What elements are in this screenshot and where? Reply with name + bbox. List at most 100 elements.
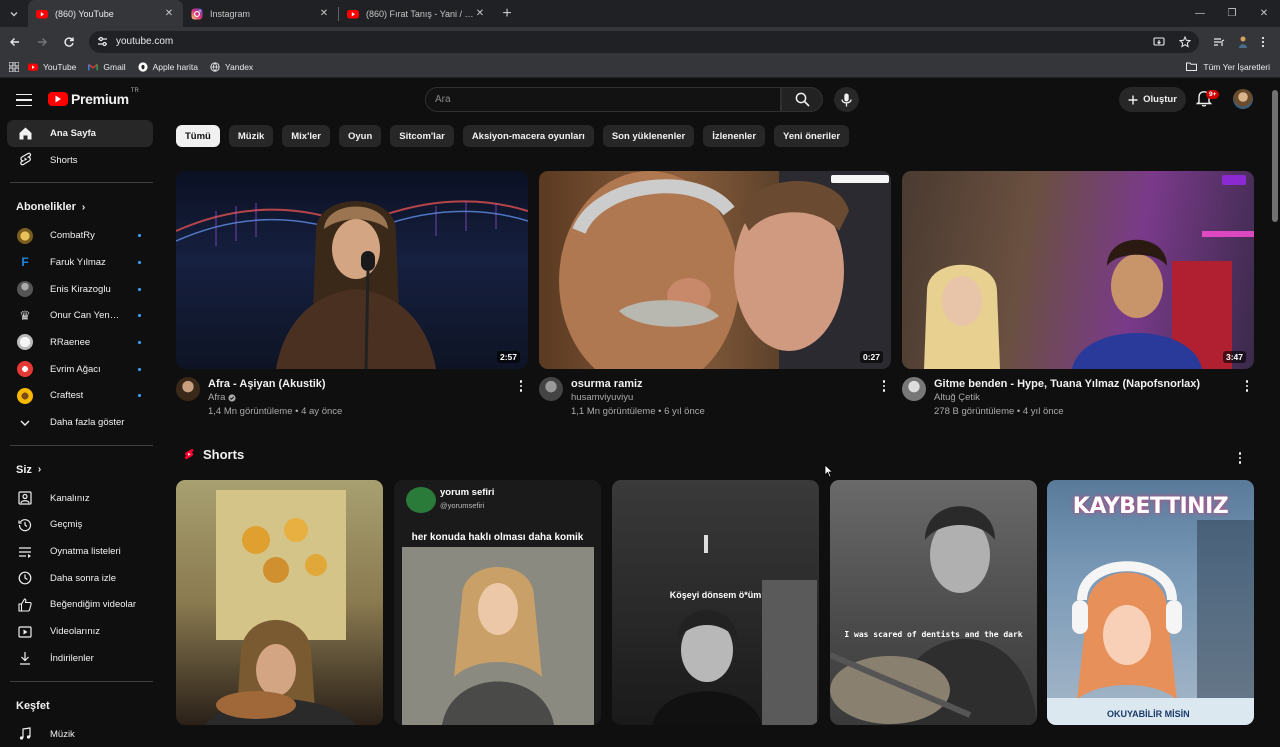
back-icon[interactable] [3,30,27,54]
video-thumbnail[interactable]: 3:47 [902,171,1254,369]
video-card[interactable]: 3:47 Gitme benden - Hype, Tuana Yılmaz (… [902,171,1254,417]
minimize-icon[interactable]: — [1184,0,1216,27]
video-stats: 1,4 Mn görüntüleme • 4 ay önce [208,406,343,417]
address-bar[interactable]: youtube.com [89,30,1199,53]
video-thumbnail[interactable]: 0:27 [539,171,891,369]
channel-name[interactable]: Afra [208,392,225,403]
bookmark-apple-maps[interactable]: Apple harita [138,62,198,72]
media-controls-icon[interactable] [1213,36,1225,48]
sidebar-item-label: Shorts [50,154,78,166]
channel-avatar[interactable] [176,377,200,401]
account-avatar[interactable] [1233,89,1253,109]
bookmark-gmail[interactable]: Gmail [88,62,126,72]
channel-avatar[interactable] [539,377,563,401]
sidebar-item-channel[interactable]: ♛ Onur Can Yenilm... [7,302,153,329]
sidebar-item-liked-videos[interactable]: Beğendiğim videolar [7,592,153,619]
chip-recently-uploaded[interactable]: Son yüklenenler [602,125,695,147]
browser-tab-instagram[interactable]: Instagram ✕ [183,0,338,27]
you-header[interactable]: Siz › [0,455,155,485]
search-button[interactable] [781,87,823,112]
profile-avatar-icon[interactable] [1237,35,1249,49]
new-content-dot [138,260,141,264]
sidebar-item-watch-later[interactable]: Daha sonra izle [7,565,153,592]
new-content-dot [138,340,141,344]
bookmark-star-icon[interactable] [1179,35,1191,48]
bookmark-youtube[interactable]: YouTube [28,62,76,72]
channel-name[interactable]: husamviyuviyu [571,392,633,403]
more-options-icon[interactable] [514,380,528,417]
video-card[interactable]: 0:27 osurma ramiz husamviyuviyu 1,1 Mn g… [539,171,891,417]
all-bookmarks-button[interactable]: Tüm Yer İşaretleri [1186,62,1270,72]
site-info-icon[interactable] [97,36,108,47]
sidebar-item-channel[interactable]: F Faruk Yılmaz [7,249,153,276]
verified-icon [228,393,237,402]
sidebar-item-channel[interactable]: Craftest [7,383,153,410]
tab-search-button[interactable] [0,0,28,27]
sidebar-item-shorts[interactable]: Shorts [7,147,153,174]
video-card[interactable]: 2:57 Afra - Aşiyan (Akustik) Afra 1,4 Mn… [176,171,528,417]
channel-avatar[interactable] [902,377,926,401]
chip-new-to-you[interactable]: Yeni öneriler [774,125,850,147]
voice-search-button[interactable] [834,87,859,112]
close-window-icon[interactable]: ✕ [1248,0,1280,27]
chip-action-adventure[interactable]: Aksiyon-macera oyunları [462,125,594,147]
sidebar-item-downloads[interactable]: İndirilenler [7,645,153,672]
search-input[interactable]: Ara [425,87,781,112]
sidebar-item-your-channel[interactable]: Kanalınız [7,485,153,512]
tab-close-icon[interactable]: ✕ [163,8,175,19]
sidebar-item-label: Daha sonra izle [50,572,117,584]
channel-avatar [17,361,33,378]
tab-close-icon[interactable]: ✕ [474,8,486,19]
sidebar-item-channel[interactable]: Evrim Ağacı [7,356,153,383]
chip-sitcoms[interactable]: Sitcom'lar [390,125,454,147]
chip-watched[interactable]: İzlenenler [703,125,766,147]
menu-icon[interactable] [14,90,34,110]
apps-grid-icon[interactable] [0,61,28,72]
short-card[interactable]: Köşeyi dönsem ö*üm [612,480,819,725]
sidebar-item-history[interactable]: Geçmiş [7,512,153,539]
install-app-icon[interactable] [1153,36,1165,48]
forward-icon[interactable] [30,30,54,54]
sidebar-item-channel[interactable]: RRaenee [7,329,153,356]
video-title[interactable]: osurma ramiz [571,377,877,391]
video-thumbnail[interactable]: 2:57 [176,171,528,369]
more-options-icon[interactable] [877,380,891,417]
short-card[interactable]: yorum sefiri @yorumsefiri her konuda hak… [394,480,601,725]
new-content-dot [138,314,141,318]
show-more-button[interactable]: Daha fazla göster [7,409,153,436]
browser-menu-icon[interactable] [1261,36,1265,48]
sidebar-item-playlists[interactable]: Oynatma listeleri [7,538,153,565]
browser-tab-firat-tanis[interactable]: (860) Fırat Tanış - Yani / Lyric (C ✕ [339,0,494,27]
scrollbar-thumb[interactable] [1272,90,1278,222]
video-title[interactable]: Afra - Aşiyan (Akustik) [208,377,514,391]
tab-close-icon[interactable]: ✕ [318,8,330,19]
chip-mixes[interactable]: Mix'ler [282,125,330,147]
reload-icon[interactable] [57,30,81,54]
youtube-premium-logo[interactable]: Premium TR [48,88,139,107]
bookmark-yandex[interactable]: Yandex [210,62,253,72]
browser-tab-bar: (860) YouTube ✕ Instagram ✕ (860) Fırat … [0,0,1280,27]
short-card[interactable] [176,480,383,725]
sidebar-item-music[interactable]: Müzik [7,721,153,747]
chip-all[interactable]: Tümü [176,125,220,147]
sidebar-item-channel[interactable]: Enis Kirazoglu [7,276,153,303]
sidebar-item-home[interactable]: Ana Sayfa [7,120,153,147]
chip-music[interactable]: Müzik [228,125,274,147]
sidebar-item-channel[interactable]: CombatRy [7,222,153,249]
subscriptions-header[interactable]: Abonelikler › [0,192,155,222]
youtube-page: Premium TR Ara Oluştur 9+ Ana Sayfa Shor… [0,79,1280,740]
shorts-icon [17,152,33,168]
sidebar-item-your-videos[interactable]: Videolarınız [7,618,153,645]
shorts-more-options-icon[interactable] [1233,452,1247,464]
browser-tab-youtube[interactable]: (860) YouTube ✕ [28,0,183,27]
short-card[interactable]: KAYBETTINIZ OKUYABİLİR MİSİN [1047,480,1254,725]
short-card[interactable]: I was scared of dentists and the dark [830,480,1037,725]
restore-icon[interactable]: ❐ [1216,0,1248,27]
more-options-icon[interactable] [1240,380,1254,417]
filter-chips: Tümü Müzik Mix'ler Oyun Sitcom'lar Aksiy… [176,125,850,147]
channel-name[interactable]: Altuğ Çetik [934,392,980,403]
chip-gaming[interactable]: Oyun [338,125,382,147]
new-tab-button[interactable]: + [494,0,520,27]
create-button[interactable]: Oluştur [1119,87,1186,112]
video-title[interactable]: Gitme benden - Hype, Tuana Yılmaz (Napof… [934,377,1240,391]
